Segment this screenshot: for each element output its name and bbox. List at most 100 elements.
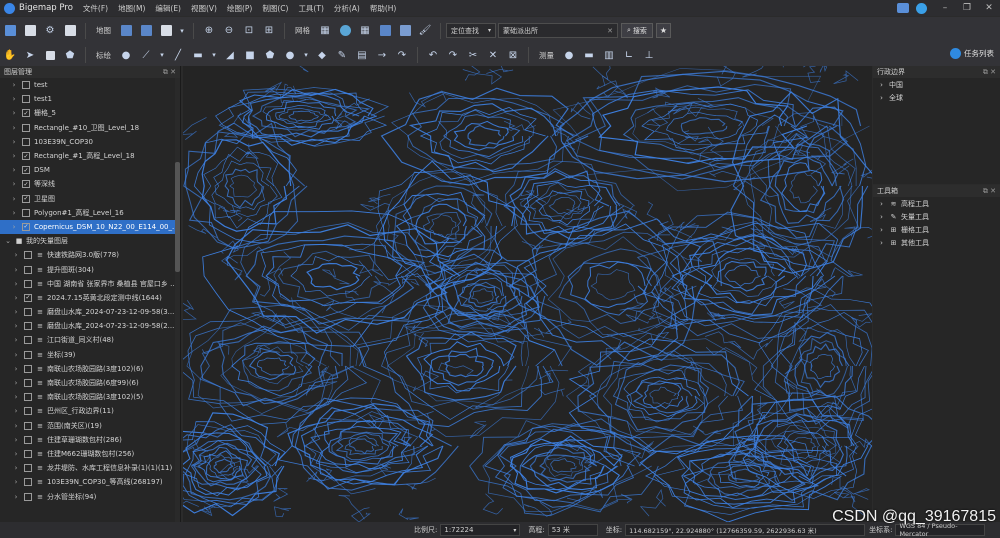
layer-checkbox[interactable]: ✓ [22,222,30,231]
layer-row[interactable]: › ✓ 栅格_5 [0,106,180,120]
layer-row[interactable]: › ≡ 南联山农场胶园路(6度99)(6) [0,376,180,390]
measure-distance-icon[interactable]: ▬ [581,47,597,63]
layer-scrollbar[interactable] [175,78,180,522]
settings-icon[interactable]: ⚙ [42,23,58,39]
layer-checkbox[interactable] [22,137,30,146]
layer-checkbox[interactable] [24,449,32,458]
message-icon[interactable] [897,3,909,13]
chevron-right-icon[interactable]: › [12,393,20,401]
menu-tools[interactable]: 工具(T) [298,3,323,14]
layer-row[interactable]: › ≡ 中国 湖南省 张家界市 桑植县 官屋口乡 ... [0,277,180,291]
chevron-right-icon[interactable]: › [10,180,18,188]
select-polygon-icon[interactable]: ⬟ [62,47,78,63]
pan-hand-icon[interactable]: ✋ [2,47,18,63]
layer-checkbox[interactable] [22,208,30,217]
zoom-in-icon[interactable]: ⊕ [201,23,217,39]
toolbox-item-elevation[interactable]: › ≋ 高程工具 [873,197,1000,210]
chevron-right-icon[interactable]: › [10,223,18,231]
menu-help[interactable]: 帮助(H) [370,3,397,14]
circle-draw-icon[interactable]: ● [282,47,298,63]
menu-edit[interactable]: 编辑(E) [155,3,181,14]
layer-checkbox[interactable] [22,95,30,104]
cut-icon[interactable]: ✂ [465,47,481,63]
chevron-right-icon[interactable]: › [12,407,20,415]
layer-row[interactable]: › Polygon#1_高程_Level_16 [0,206,180,220]
chevron-right-icon[interactable]: › [12,336,20,344]
chevron-right-icon[interactable]: › [10,195,18,203]
panel-float-icon[interactable]: ⧉ ✕ [163,68,176,77]
chevron-right-icon[interactable]: › [12,436,20,444]
layer-checkbox[interactable] [24,393,32,402]
layer-row[interactable]: › ≡ 住建草珊瑚数包村(286) [0,433,180,447]
chevron-right-icon[interactable]: › [10,166,18,174]
coordinate-grid-icon[interactable] [337,23,353,39]
chevron-right-icon[interactable]: › [10,124,18,132]
layer-row[interactable]: › ≡ 范围(南关区)(19) [0,419,180,433]
graticule-icon[interactable]: ▦ [357,23,373,39]
layer-row[interactable]: › ≡ 磨盘山水库_2024-07-23-12-09-58(3... [0,305,180,319]
circle-dropdown-icon[interactable]: ▾ [302,47,310,63]
menu-view[interactable]: 视图(V) [191,3,217,14]
layer-group[interactable]: ⌄ ■ 我的矢量图层 [0,234,180,248]
layer-row[interactable]: › ≡ 住建M662珊瑚数包村(256) [0,447,180,461]
close-button[interactable]: ✕ [978,0,1000,16]
measure-point-icon[interactable]: ● [561,47,577,63]
chevron-down-icon[interactable]: ⌄ [4,237,12,245]
chevron-right-icon[interactable]: › [12,422,20,430]
layer-row[interactable]: › ≡ 磨盘山水库_2024-07-23-12-09-58(2... [0,319,180,333]
locate-select[interactable]: 定位查找 ▾ [446,23,496,38]
folder-icon[interactable] [397,23,413,39]
arrow-draw-icon[interactable]: ◢ [222,47,238,63]
layer-row[interactable]: › ✓ DSM [0,163,180,177]
chevron-right-icon[interactable]: › [12,322,20,330]
layer-checkbox[interactable] [24,435,32,444]
panel-float-icon[interactable]: ⧉ ✕ [983,187,996,196]
maximize-button[interactable]: ❐ [956,0,978,16]
layer-row[interactable]: › ≡ 巴州区_行政边界(11) [0,404,180,418]
layer-checkbox[interactable] [24,322,32,331]
search-input[interactable]: 蒙础派出所 ✕ [498,23,618,38]
chevron-right-icon[interactable]: › [10,81,18,89]
toolbox-item-vector[interactable]: › ✎ 矢量工具 [873,210,1000,223]
menu-draw[interactable]: 绘图(P) [227,3,252,14]
layer-checkbox[interactable] [22,81,30,90]
marker-pin-icon[interactable]: ● [118,47,134,63]
chevron-right-icon[interactable]: › [12,493,20,501]
favorite-button[interactable]: ★ [655,23,671,38]
direction-arrow-icon[interactable]: → [374,47,390,63]
layer-row[interactable]: › ✓ 卫星图 [0,192,180,206]
zoom-layer-icon[interactable]: ⊞ [261,23,277,39]
layer-row[interactable]: › 103E39N_COP30 [0,135,180,149]
layer-row[interactable]: › ✓ 等深线 [0,177,180,191]
undo-icon[interactable]: ↶ [425,47,441,63]
layer-import-icon[interactable] [138,23,154,39]
scale-select[interactable]: 1:72224 ▾ [440,524,521,536]
toolbox-item-raster[interactable]: › ⊞ 栅格工具 [873,223,1000,236]
layer-row[interactable]: › ≡ 分水管坐标(94) [0,489,180,503]
layer-row[interactable]: › ≡ 龙井堤防、水库工程信息补录(1)(1)(11) [0,461,180,475]
image-icon[interactable] [62,23,78,39]
measure-angle-icon[interactable]: ∟ [621,47,637,63]
layer-checkbox[interactable]: ✓ [22,180,30,189]
contour-map[interactable] [183,66,872,522]
layer-row[interactable]: › ✓ Rectangle_#1_高程_Level_18 [0,149,180,163]
text-edit-icon[interactable]: ✎ [334,47,350,63]
line-icon[interactable]: ╱ [170,47,186,63]
map-canvas[interactable] [183,66,872,522]
layer-checkbox[interactable] [24,364,32,373]
pentagon-draw-icon[interactable]: ⬟ [262,47,278,63]
chevron-right-icon[interactable]: › [12,280,20,288]
polyline-icon[interactable]: ⟋ [138,47,154,63]
zoom-extent-icon[interactable]: ⊡ [241,23,257,39]
redo-icon[interactable]: ↷ [445,47,461,63]
rectangle-draw-icon[interactable]: ▬ [190,47,206,63]
chevron-right-icon[interactable]: › [10,209,18,217]
map-export-icon[interactable] [158,23,174,39]
chevron-right-icon[interactable]: › [12,450,20,458]
clear-icon[interactable]: ⊠ [505,47,521,63]
curve-icon[interactable]: ↷ [394,47,410,63]
layer-checkbox[interactable] [24,478,32,487]
layer-scrollbar-thumb[interactable] [175,162,180,272]
layer-checkbox[interactable]: ✓ [22,152,30,161]
layer-row[interactable]: › ≡ 坐标(39) [0,348,180,362]
